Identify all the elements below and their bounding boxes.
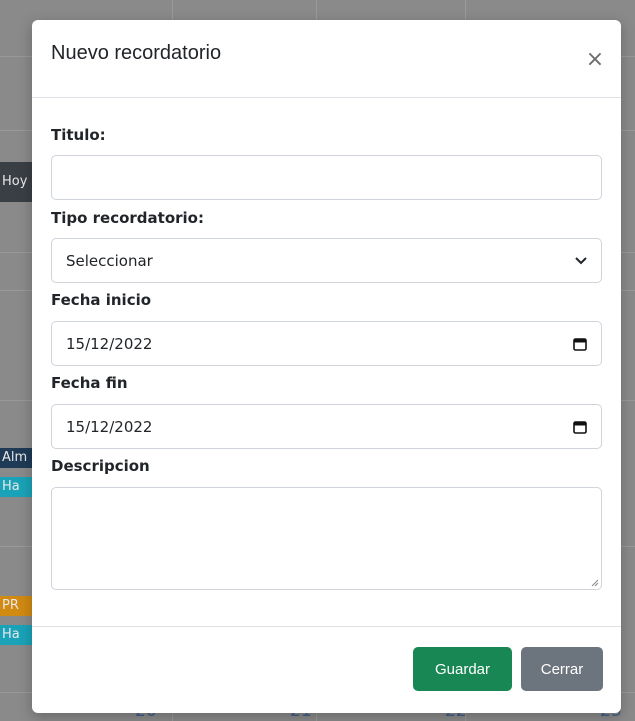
today-button: Hoy [0,162,34,202]
fecha-inicio-value: 15/12/2022 [66,334,153,353]
tipo-select[interactable]: Seleccionar [51,238,602,283]
calendar-event: Ha [0,477,34,497]
calendar-event: Ha [0,625,34,645]
calendar-event: Alm [0,448,34,468]
calendar-icon[interactable] [573,420,587,434]
fecha-fin-input[interactable]: 15/12/2022 [51,404,602,449]
chevron-down-icon [575,256,587,264]
titulo-input[interactable] [51,155,602,200]
cancel-button[interactable]: Cerrar [521,647,603,691]
fecha-inicio-input[interactable]: 15/12/2022 [51,321,602,366]
save-button[interactable]: Guardar [413,647,512,691]
tipo-selected-value: Seleccionar [66,251,153,270]
reminder-modal: Nuevo recordatorio × Titulo: Tipo record… [32,20,621,713]
close-icon[interactable]: × [583,48,607,72]
calendar-event: PR [0,596,34,616]
modal-title: Nuevo recordatorio [51,42,222,64]
descripcion-label: Descripcion [51,457,150,475]
descripcion-textarea[interactable] [51,487,602,590]
resize-grip-icon[interactable] [591,579,599,587]
modal-header: Nuevo recordatorio × [32,20,621,98]
tipo-label: Tipo recordatorio: [51,209,204,227]
fecha-fin-label: Fecha fin [51,374,128,392]
titulo-label: Titulo: [51,126,106,144]
modal-footer: Guardar Cerrar [32,626,621,713]
fecha-fin-value: 15/12/2022 [66,417,153,436]
fecha-inicio-label: Fecha inicio [51,291,152,309]
calendar-icon[interactable] [573,337,587,351]
